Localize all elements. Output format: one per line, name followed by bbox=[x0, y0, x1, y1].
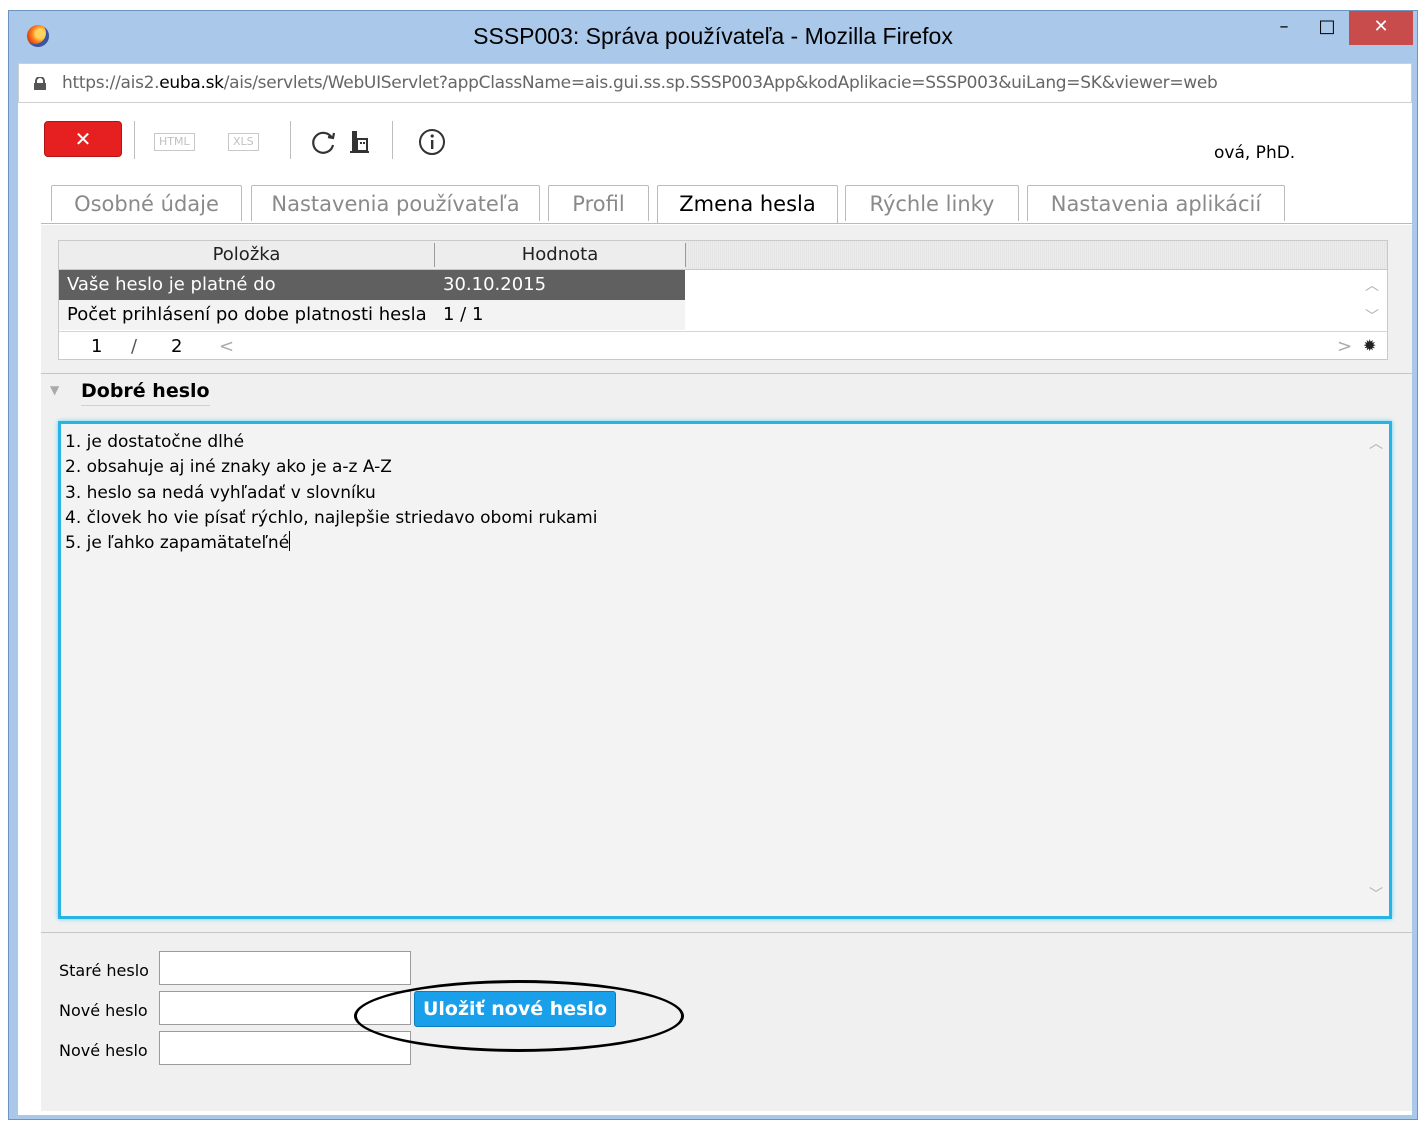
section-divider bbox=[41, 932, 1412, 933]
tip-line-text: 5. je ľahko zapamätateľné bbox=[65, 533, 290, 554]
tab-rychle-linky[interactable]: Rýchle linky bbox=[845, 185, 1019, 221]
confirm-password-label: Nové heslo bbox=[59, 1041, 148, 1060]
toolbar-divider bbox=[134, 121, 135, 159]
cell-value: 1 / 1 bbox=[443, 304, 484, 325]
tab-nastavenia-pouzivatela[interactable]: Nastavenia používateľa bbox=[251, 185, 540, 221]
scroll-down-icon[interactable]: ﹀ bbox=[1369, 883, 1383, 908]
tab-bar: Osobné údaje Nastavenia používateľa Prof… bbox=[41, 185, 1412, 224]
pager-total: 2 bbox=[171, 336, 183, 357]
gear-icon[interactable]: ✹ bbox=[1363, 331, 1376, 360]
toolbar-divider bbox=[290, 121, 291, 159]
tab-osobne-udaje[interactable]: Osobné údaje bbox=[51, 185, 242, 221]
cell-item: Počet prihlásení po dobe platnosti hesla bbox=[67, 304, 427, 325]
old-password-field[interactable] bbox=[159, 951, 411, 985]
old-password-label: Staré heslo bbox=[59, 961, 149, 980]
header-filler bbox=[685, 241, 1387, 269]
tab-zmena-hesla[interactable]: Zmena hesla bbox=[657, 185, 838, 223]
tab-panel: Položka Hodnota Vaše heslo je platné do … bbox=[41, 225, 1412, 1111]
toolbar-divider bbox=[392, 121, 393, 159]
new-password-label: Nové heslo bbox=[59, 1001, 148, 1020]
column-header-hodnota[interactable]: Hodnota bbox=[435, 241, 685, 269]
cell-item: Vaše heslo je platné do bbox=[67, 274, 276, 295]
address-bar[interactable]: https://ais2.euba.sk/ais/servlets/WebUIS… bbox=[18, 63, 1412, 103]
org-chart-icon[interactable] bbox=[343, 125, 377, 159]
save-password-button[interactable]: Uložiť nové heslo bbox=[414, 991, 616, 1027]
page-content: ✕ HTML XLS ová, PhD. Osobné údaje Nastav… bbox=[18, 103, 1412, 1115]
scroll-up-icon[interactable]: ︿ bbox=[1365, 275, 1379, 295]
scroll-right-icon[interactable]: > bbox=[1337, 332, 1352, 361]
new-password-field[interactable] bbox=[159, 991, 411, 1025]
password-tips-textarea[interactable]: 1. je dostatočne dlhé 2. obsahuje aj iné… bbox=[58, 421, 1392, 919]
maximize-button[interactable]: □ bbox=[1307, 11, 1347, 45]
app-close-button[interactable]: ✕ bbox=[44, 121, 122, 157]
user-name: ová, PhD. bbox=[1214, 143, 1296, 163]
tip-line: 3. heslo sa nedá vyhľadať v slovníku bbox=[65, 482, 376, 503]
lock-icon bbox=[34, 77, 46, 90]
table-header: Položka Hodnota bbox=[59, 241, 1387, 270]
tip-line: 1. je dostatočne dlhé bbox=[65, 432, 245, 452]
info-table: Položka Hodnota Vaše heslo je platné do … bbox=[58, 240, 1388, 360]
title-bar: SSSP003: Správa používateľa - Mozilla Fi… bbox=[9, 11, 1417, 63]
tab-nastavenia-aplikacii[interactable]: Nastavenia aplikácií bbox=[1027, 185, 1285, 221]
confirm-password-field[interactable] bbox=[159, 1031, 411, 1065]
export-html-button[interactable]: HTML bbox=[154, 133, 195, 151]
refresh-icon[interactable] bbox=[306, 125, 340, 159]
column-header-polozka[interactable]: Položka bbox=[59, 241, 434, 269]
table-row[interactable]: Počet prihlásení po dobe platnosti hesla… bbox=[59, 300, 685, 330]
cell-value: 30.10.2015 bbox=[443, 274, 547, 295]
section-divider bbox=[41, 373, 1412, 374]
info-icon[interactable] bbox=[415, 125, 449, 159]
tip-line-last: 5. je ľahko zapamätateľné bbox=[65, 531, 1385, 556]
section-title[interactable]: Dobré heslo bbox=[81, 380, 210, 406]
window-title: SSSP003: Správa používateľa - Mozilla Fi… bbox=[473, 23, 953, 49]
tip-line: 4. človek ho vie písať rýchlo, najlepšie… bbox=[65, 507, 598, 528]
text-caret bbox=[289, 531, 291, 552]
url-text: https://ais2.euba.sk/ais/servlets/WebUIS… bbox=[62, 73, 1218, 93]
tip-line: 2. obsahuje aj iné znaky ako je a-z A-Z bbox=[65, 457, 392, 478]
window-close-button[interactable]: ✕ bbox=[1349, 11, 1413, 45]
collapse-toggle-icon[interactable]: ▼ bbox=[50, 383, 59, 397]
table-row[interactable]: Vaše heslo je platné do 30.10.2015 bbox=[59, 270, 685, 300]
minimize-button[interactable]: – bbox=[1264, 11, 1304, 45]
pager-current: 1 bbox=[91, 336, 103, 357]
export-xls-button[interactable]: XLS bbox=[228, 133, 259, 151]
pager-sep: / bbox=[131, 336, 138, 357]
tab-profil[interactable]: Profil bbox=[548, 185, 649, 221]
scroll-left-icon[interactable]: < bbox=[219, 332, 234, 361]
pager: 1 / 2 < > ✹ bbox=[59, 331, 1387, 361]
scroll-down-icon[interactable]: ﹀ bbox=[1365, 306, 1379, 326]
browser-window: SSSP003: Správa používateľa - Mozilla Fi… bbox=[8, 10, 1418, 1120]
column-divider bbox=[685, 243, 686, 267]
scroll-up-icon[interactable]: ︿ bbox=[1369, 432, 1383, 457]
